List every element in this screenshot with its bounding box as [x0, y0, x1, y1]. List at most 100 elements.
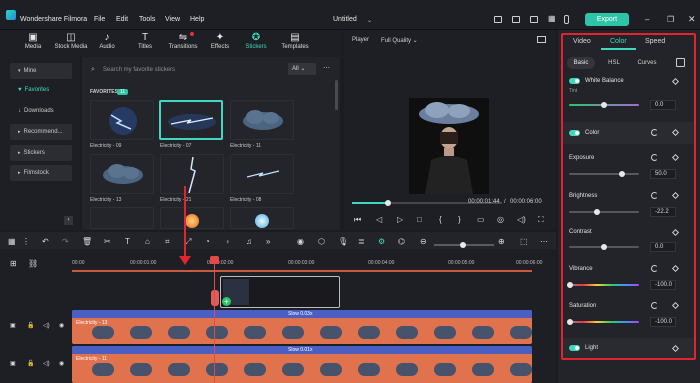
dropdown-chevron-icon[interactable]: ⌄ — [367, 17, 372, 24]
more-options-icon[interactable]: ⋯ — [323, 64, 330, 72]
text-icon[interactable]: T — [125, 237, 130, 246]
sticker-electricity-09[interactable] — [90, 100, 154, 140]
lock-icon[interactable]: 🔓 — [27, 322, 34, 329]
sticker-thumbnail[interactable] — [160, 207, 224, 229]
sticker-electricity-21[interactable] — [160, 154, 224, 194]
tab-templates[interactable]: ▤ Templates — [278, 33, 312, 51]
lock-icon[interactable]: 🔓 — [27, 360, 34, 367]
fit-timeline-icon[interactable]: ⬚ — [520, 237, 528, 246]
step-back-icon[interactable]: ◁ — [376, 215, 382, 224]
monitor-icon[interactable] — [512, 16, 520, 23]
sidebar-item-stickers[interactable]: ▸ Stickers — [10, 145, 72, 161]
minimize-icon[interactable]: – — [645, 15, 649, 24]
crop-icon[interactable]: ⌗ — [165, 237, 170, 247]
link-icon[interactable]: ⛓ — [28, 259, 38, 268]
grid-icon[interactable]: ▦ — [8, 237, 16, 246]
mark-in-icon[interactable]: { — [439, 215, 442, 224]
search-input[interactable]: Search my favorite stickers — [103, 64, 293, 76]
sticker-electricity-08[interactable] — [230, 154, 294, 194]
filter-select[interactable]: All ⌄ — [288, 63, 316, 75]
music-note-icon: ♪ — [104, 32, 110, 43]
save-icon[interactable] — [530, 16, 538, 23]
previous-frame-icon[interactable]: ⏮ — [354, 215, 361, 225]
tag-icon[interactable]: ⌂ — [145, 237, 150, 246]
record-voice-icon[interactable]: 🎙 — [338, 237, 348, 246]
gallery-scrollbar[interactable] — [335, 80, 338, 110]
delete-icon[interactable]: 🗑 — [82, 237, 92, 246]
tab-transitions[interactable]: ⇋ Transitions — [166, 33, 200, 51]
zoom-in-icon[interactable]: ⊕ — [498, 237, 505, 246]
sticker-thumbnail[interactable] — [90, 207, 154, 229]
tab-effects[interactable]: ✦ Effects — [205, 33, 235, 51]
export-button[interactable]: Export — [585, 13, 629, 26]
sticker-electricity-07[interactable] — [159, 100, 223, 140]
sidebar-item-favorites[interactable]: ♥ Favorites — [10, 82, 72, 98]
mark-out-icon[interactable]: } — [458, 215, 461, 224]
stickers-icon: ✪ — [251, 32, 261, 43]
settings-icon[interactable]: ⋯ — [540, 237, 548, 246]
sticker-electricity-11[interactable] — [230, 100, 294, 140]
app-name: Wondershare Filmora — [20, 16, 88, 23]
sticker-electricity-13[interactable] — [90, 154, 154, 194]
sticker-label: Electricity - 21 — [160, 197, 192, 203]
cut-icon[interactable]: ✂ — [104, 237, 111, 246]
tab-titles[interactable]: T Titles — [130, 33, 160, 51]
snapshot-icon[interactable] — [537, 36, 546, 43]
stop-icon[interactable]: □ — [417, 215, 422, 224]
list-icon[interactable]: ≣ — [358, 237, 365, 246]
timeline-clip[interactable]: Slow 0.03x Electricity - 13 — [72, 310, 532, 344]
menu-view[interactable]: View — [165, 16, 180, 23]
tab-stickers[interactable]: ✪ Stickers — [241, 32, 271, 51]
render-icon[interactable]: ◉ — [297, 237, 304, 246]
play-icon[interactable]: ▷ — [397, 215, 403, 224]
menu-tools[interactable]: Tools — [139, 16, 155, 23]
timeline-clip[interactable]: Slow 0.01x Electricity - 11 — [72, 346, 532, 383]
tab-audio[interactable]: ♪ Audio — [92, 32, 122, 51]
tab-stock-media[interactable]: ◫ Stock Media — [52, 33, 90, 51]
quality-select[interactable]: Full Quality ⌄ — [381, 37, 418, 44]
speed-icon[interactable]: ◔ — [205, 237, 210, 246]
sticker-thumbnail[interactable] — [230, 207, 294, 229]
shield-icon[interactable]: ⬡ — [318, 237, 325, 246]
add-track-icon[interactable]: ⊞ — [10, 259, 17, 268]
grid-icon[interactable]: ▦ — [548, 14, 556, 23]
mute-icon[interactable]: ◁) — [43, 360, 50, 367]
sticker-label: Electricity - 13 — [90, 197, 122, 203]
playhead[interactable] — [214, 262, 215, 383]
sidebar-item-downloads[interactable]: ↓ Downloads — [10, 103, 72, 119]
more-tools-icon[interactable]: » — [266, 237, 270, 246]
redo-icon[interactable]: ↷ — [62, 237, 69, 246]
menu-file[interactable]: File — [94, 16, 105, 23]
zoom-out-icon[interactable]: ⊖ — [420, 237, 427, 246]
restore-icon[interactable]: ❐ — [667, 15, 674, 24]
audio-icon[interactable]: ♫ — [246, 237, 252, 246]
menu-edit[interactable]: Edit — [116, 16, 128, 23]
sidebar-item-recommend[interactable]: ▸ Recommend... — [10, 124, 72, 140]
layout-icon[interactable] — [494, 16, 502, 23]
undo-icon[interactable]: ↶ — [42, 237, 49, 246]
timeline-ruler[interactable]: 00:00 00:00:01:00 00:00:02:00 00:00:03:0… — [72, 256, 556, 270]
tab-media[interactable]: ▣ Media — [18, 33, 48, 51]
clip-label: Electricity - 11 — [76, 356, 108, 362]
mute-icon[interactable]: ◁) — [43, 322, 50, 329]
mic-icon[interactable] — [564, 15, 569, 24]
sidebar-item-mine[interactable]: ▾ Mine — [10, 63, 72, 79]
screenshot-icon[interactable]: ◎ — [497, 215, 504, 224]
fullscreen-icon[interactable]: ⛶ — [538, 215, 544, 225]
eye-icon[interactable]: ◉ — [59, 360, 64, 367]
split-icon[interactable]: ⋮ — [22, 237, 30, 246]
sidebar-item-filmstock[interactable]: ▸ Filmstock — [10, 165, 72, 181]
download-icon: ↓ — [18, 108, 21, 114]
marker-icon[interactable]: ⌬ — [398, 237, 405, 246]
menu-help[interactable]: Help — [190, 16, 204, 23]
drag-ghost-clip — [220, 276, 340, 308]
display-icon[interactable]: ▭ — [477, 215, 485, 224]
playback-scrubber[interactable] — [385, 200, 391, 206]
collapse-sidebar-button[interactable]: ‹ — [64, 216, 73, 225]
zoom-knob[interactable] — [460, 242, 466, 248]
snap-icon[interactable]: ⚙ — [378, 237, 385, 246]
eye-icon[interactable]: ◉ — [59, 322, 64, 329]
color-icon[interactable]: ◐ — [226, 237, 231, 246]
volume-icon[interactable]: ◁) — [517, 215, 526, 224]
close-icon[interactable]: ✕ — [688, 14, 696, 25]
